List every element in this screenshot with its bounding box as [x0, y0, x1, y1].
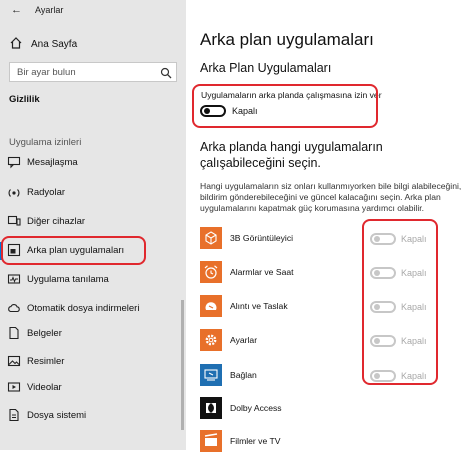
search-input[interactable]: Bir ayar bulun	[9, 62, 177, 82]
sidebar-item-label: Videolar	[27, 382, 62, 393]
sidebar-scrollbar[interactable]	[181, 300, 184, 430]
app-name: Ayarlar	[230, 335, 258, 345]
3d-viewer-icon	[200, 227, 222, 249]
search-placeholder: Bir ayar bulun	[17, 67, 76, 78]
sidebar-item-videos[interactable]: Videolar	[0, 377, 186, 399]
movies-tv-icon	[200, 430, 222, 452]
sidebar: ← Ayarlar Ana Sayfa Bir ayar bulun Gizli…	[0, 0, 186, 450]
app-row: Dolby Access	[200, 397, 470, 421]
alarm-clock-icon	[200, 261, 222, 283]
home-icon	[9, 36, 23, 55]
app-row: Filmler ve TV	[200, 430, 470, 454]
section-subtitle: Arka Plan Uygulamaları	[200, 61, 332, 75]
search-icon[interactable]	[160, 66, 172, 84]
filesystem-icon	[7, 408, 21, 422]
choose-apps-title: Arka planda hangi uygulamaların çalışabi…	[200, 140, 383, 170]
choose-apps-description: Hangi uygulamaların siz onları kullanmıy…	[200, 181, 462, 213]
sidebar-item-label: Belgeler	[27, 328, 62, 339]
devices-icon	[7, 214, 21, 228]
sidebar-item-label: Resimler	[27, 356, 65, 367]
document-icon	[7, 326, 21, 340]
sidebar-item-label: Uygulama tanılama	[27, 274, 109, 285]
gear-icon	[200, 329, 222, 351]
app-name: 3B Görüntüleyici	[230, 233, 294, 243]
sidebar-item-pictures[interactable]: Resimler	[0, 351, 186, 373]
sidebar-item-auto-downloads[interactable]: Otomatik dosya indirmeleri	[0, 298, 186, 320]
sidebar-item-label: Otomatik dosya indirmeleri	[27, 303, 140, 314]
app-name: Dolby Access	[230, 403, 282, 413]
group-title: Uygulama izinleri	[9, 137, 82, 148]
app-name: Alarmlar ve Saat	[230, 267, 294, 277]
pictures-icon	[7, 354, 21, 368]
video-icon	[7, 380, 21, 394]
app-name: Alıntı ve Taslak	[230, 301, 288, 311]
annotation-oval-allow	[192, 84, 378, 128]
sidebar-item-label: Radyolar	[27, 187, 66, 198]
sidebar-item-messaging[interactable]: Mesajlaşma	[0, 152, 186, 174]
sidebar-item-radios[interactable]: Radyolar	[0, 182, 186, 204]
sidebar-item-other-devices[interactable]: Diğer cihazlar	[0, 211, 186, 233]
cloud-icon	[7, 301, 21, 315]
dolby-icon	[200, 397, 222, 419]
sidebar-item-label: Mesajlaşma	[27, 157, 78, 168]
sidebar-item-app-diagnostics[interactable]: Uygulama tanılama	[0, 269, 186, 291]
title-bar: ← Ayarlar	[0, 0, 186, 22]
sidebar-item-documents[interactable]: Belgeler	[0, 323, 186, 345]
page-title: Arka plan uygulamaları	[200, 30, 374, 49]
sidebar-item-label: Dosya sistemi	[27, 410, 87, 421]
sidebar-item-label: Diğer cihazlar	[27, 216, 86, 227]
app-name: Bağlan	[230, 370, 257, 380]
home-label: Ana Sayfa	[31, 39, 78, 50]
annotation-oval-toggles	[362, 219, 438, 385]
snip-sketch-icon	[200, 295, 222, 317]
diagnostics-icon	[7, 272, 21, 286]
app-title: Ayarlar	[35, 5, 64, 15]
app-name: Filmler ve TV	[230, 436, 281, 446]
section-title: Gizlilik	[9, 94, 40, 105]
annotation-oval-sidebar	[1, 236, 146, 265]
back-arrow-icon[interactable]: ←	[11, 4, 22, 16]
connect-icon	[200, 364, 222, 386]
radio-icon	[7, 185, 21, 199]
sidebar-item-file-system[interactable]: Dosya sistemi	[0, 405, 186, 427]
message-icon	[7, 155, 21, 169]
home-nav-item[interactable]: Ana Sayfa	[9, 36, 179, 52]
